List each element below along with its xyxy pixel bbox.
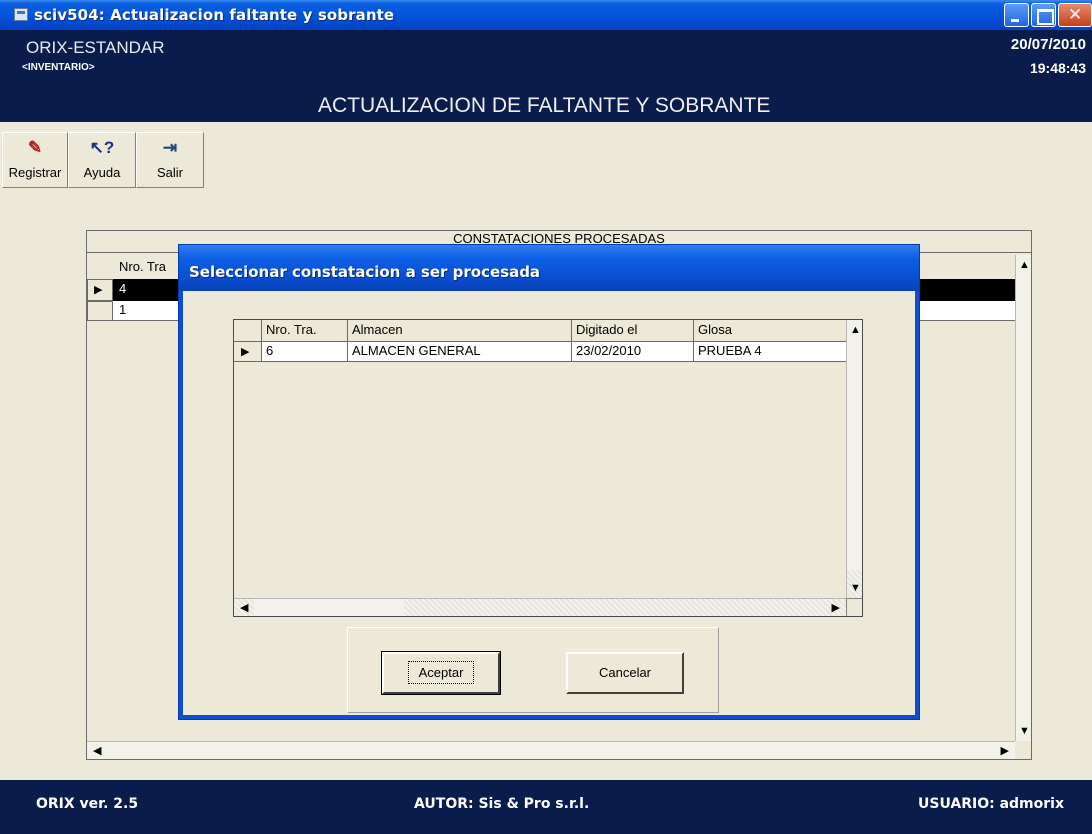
maximize-button[interactable] [1031, 3, 1056, 27]
exit-button[interactable]: ⇥ Salir [136, 132, 204, 188]
scroll-left-icon[interactable]: ◀ [240, 601, 248, 614]
dialog-frame [915, 291, 919, 719]
size-grip [846, 598, 862, 616]
table-cell[interactable]: 23/02/2010 [572, 342, 694, 362]
table-cell[interactable]: 6 [262, 342, 348, 362]
scroll-thumb[interactable] [847, 320, 862, 570]
current-row-icon: ▶ [94, 284, 103, 296]
dialog-frame [179, 291, 183, 719]
app-header: ORIX-ESTANDAR <INVENTARIO> ACTUALIZACION… [0, 30, 1092, 122]
dialog-frame [179, 715, 919, 719]
column-header-glosa[interactable]: Glosa [694, 320, 848, 342]
table-cell[interactable]: ALMACEN GENERAL [348, 342, 572, 362]
register-icon: ✎ [27, 138, 43, 157]
horizontal-scrollbar[interactable]: ◀ ▶ [87, 741, 1015, 759]
column-header-nro-tra[interactable]: Nro. Tra. [262, 320, 348, 342]
dialog-title-bar[interactable]: Seleccionar constatacion a ser procesada [179, 245, 919, 291]
scroll-down-icon[interactable]: ▼ [850, 582, 861, 594]
vertical-scrollbar[interactable]: ▲ ▼ [846, 320, 862, 598]
select-finding-dialog: Seleccionar constatacion a ser procesada… [178, 244, 920, 720]
close-button[interactable]: ✕ [1058, 3, 1092, 27]
header-date: 20/07/2010 [1010, 36, 1086, 53]
column-header-digitado[interactable]: Digitado el [572, 320, 694, 342]
close-icon: ✕ [1068, 5, 1083, 25]
status-bar: ORIX ver. 2.5 AUTOR: Sis & Pro s.r.l. US… [0, 780, 1092, 834]
row-indicator [87, 301, 113, 321]
register-label: Registrar [8, 165, 62, 180]
scroll-right-icon[interactable]: ▶ [832, 601, 840, 614]
column-header-almacen[interactable]: Almacen [348, 320, 572, 342]
current-row-icon: ▶ [241, 346, 250, 358]
header-time: 19:48:43 [1029, 60, 1086, 76]
window-title-bar[interactable]: sciv504: Actualizacion faltante y sobran… [0, 0, 1092, 30]
exit-icon: ⇥ [162, 138, 178, 157]
scroll-right-icon[interactable]: ▶ [1001, 744, 1009, 757]
table-cell[interactable]: PRUEBA 4 [694, 342, 848, 362]
accept-button[interactable]: Aceptar [381, 651, 501, 695]
exit-label: Salir [156, 165, 183, 180]
scroll-left-icon[interactable]: ◀ [93, 744, 101, 757]
register-button[interactable]: ✎ Registrar [2, 132, 68, 188]
row-header-corner [234, 320, 262, 342]
cancel-button[interactable]: Cancelar [566, 652, 684, 694]
dialog-title: Seleccionar constatacion a ser procesada [189, 263, 541, 281]
scroll-down-icon[interactable]: ▼ [1019, 725, 1030, 737]
window-title: sciv504: Actualizacion faltante y sobran… [34, 6, 395, 24]
horizontal-scrollbar[interactable]: ◀ ▶ [234, 598, 846, 616]
scroll-up-icon[interactable]: ▲ [1019, 259, 1030, 271]
help-button[interactable]: ↖? Ayuda [68, 132, 136, 188]
module-name: <INVENTARIO> [22, 62, 95, 73]
minimize-button[interactable] [1004, 3, 1029, 27]
system-name: ORIX-ESTANDAR [26, 38, 165, 57]
cancel-label: Cancelar [598, 665, 652, 680]
row-indicator: ▶ [234, 342, 262, 362]
version-text: ORIX ver. 2.5 [36, 796, 139, 812]
author-text: AUTOR: Sis & Pro s.r.l. [414, 796, 590, 812]
help-label: Ayuda [83, 165, 121, 180]
dialog-button-panel: Aceptar Cancelar [347, 627, 719, 713]
table-row[interactable]: ▶ 6 ALMACEN GENERAL 23/02/2010 PRUEBA 4 [234, 342, 848, 362]
vertical-scrollbar[interactable]: ▲ ▼ [1015, 255, 1031, 741]
screen-title: ACTUALIZACION DE FALTANTE Y SOBRANTE [318, 94, 771, 117]
findings-grid[interactable]: Nro. Tra. Almacen Digitado el Glosa ▶ 6 … [233, 319, 863, 617]
accept-label: Aceptar [407, 661, 475, 684]
user-text: USUARIO: admorix [918, 796, 1064, 812]
app-icon[interactable] [14, 8, 28, 21]
scroll-up-icon[interactable]: ▲ [850, 324, 861, 336]
toolbar: ✎ Registrar ↖? Ayuda ⇥ Salir [2, 132, 204, 188]
row-indicator: ▶ [87, 279, 113, 301]
help-icon: ↖? [89, 138, 115, 157]
scroll-thumb[interactable] [254, 599, 404, 616]
